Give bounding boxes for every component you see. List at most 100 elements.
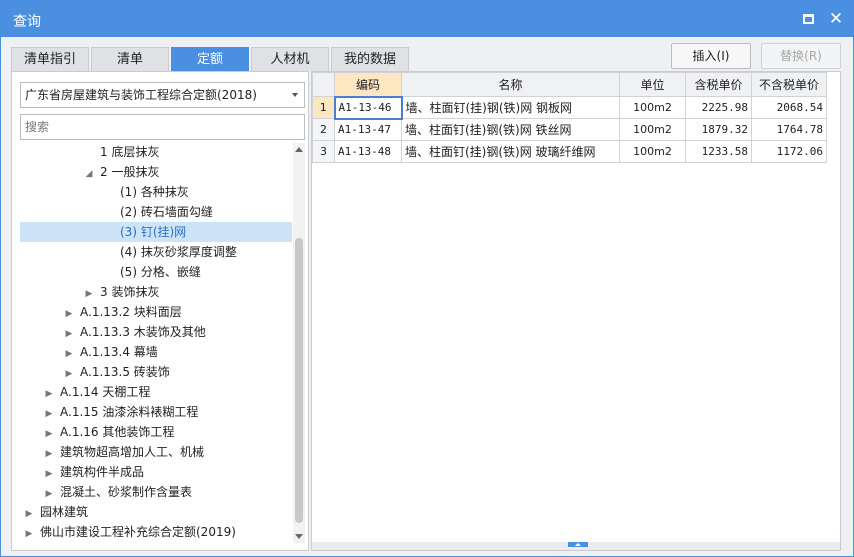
maximize-icon[interactable] (799, 10, 817, 28)
tree-node[interactable]: ▶ A.1.13.3 木装饰及其他 (64, 322, 206, 342)
expand-arrow-icon[interactable]: ▶ (44, 484, 54, 504)
tree-node[interactable]: (3) 钉(挂)网 (20, 222, 292, 242)
tree-node-label: (3) 钉(挂)网 (120, 225, 187, 239)
tree-node-label: 佛山市建设工程补充综合定额(2019) (40, 525, 236, 539)
tree-node[interactable]: ▶ A.1.13.4 幕墙 (64, 342, 158, 362)
tab-bill-guide[interactable]: 清单指引 (11, 47, 89, 71)
grid-splitter[interactable] (312, 542, 840, 550)
cell-price-tax[interactable]: 1879.32 (685, 118, 752, 141)
cell-unit[interactable]: 100m2 (619, 96, 686, 119)
tree-node[interactable]: 1 底层抹灰 (84, 142, 159, 162)
tree-node[interactable]: (1) 各种抹灰 (104, 182, 189, 202)
tree-node-label: A.1.13.2 块料面层 (80, 305, 182, 319)
expand-arrow-icon[interactable]: ▶ (64, 324, 74, 344)
tab-my-data[interactable]: 我的数据 (331, 47, 409, 71)
cell-code[interactable]: A1-13-47 (334, 118, 402, 141)
cell-code[interactable]: A1-13-48 (334, 140, 402, 163)
tree-node-label: (5) 分格、嵌缝 (120, 265, 201, 279)
expand-arrow-icon[interactable]: ▶ (44, 444, 54, 464)
quota-table: 编码 名称 单位 含税单价 不含税单价 1 A1-13-46 墙、柱面钉(挂)钢… (312, 72, 827, 163)
cell-price-notax[interactable]: 1172.06 (751, 140, 827, 163)
title-bar: 查询 ✕ (1, 1, 853, 37)
cell-name[interactable]: 墙、柱面钉(挂)钢(铁)网 铁丝网 (401, 118, 620, 141)
table-header-row: 编码 名称 单位 含税单价 不含税单价 (312, 72, 827, 97)
replace-button[interactable]: 替换(R) (761, 43, 841, 69)
expand-arrow-icon[interactable]: ▶ (64, 304, 74, 324)
insert-button[interactable]: 插入(I) (671, 43, 751, 69)
splitter-grip-icon[interactable] (568, 542, 588, 547)
tree-node[interactable]: ◢ 2 一般抹灰 (84, 162, 160, 184)
expand-arrow-icon[interactable]: ▶ (64, 364, 74, 384)
quota-tree: 1 底层抹灰 ◢ 2 一般抹灰 (1) 各种抹灰 (2) 砖石墙面勾缝 (3) 钉(挂)网… (12, 142, 292, 542)
tree-node-label: A.1.15 油漆涂料裱糊工程 (60, 405, 199, 419)
tree-node[interactable]: ▶ 建筑构件半成品 (44, 462, 144, 482)
row-index-header (312, 72, 335, 97)
cell-price-tax[interactable]: 1233.58 (685, 140, 752, 163)
cell-name[interactable]: 墙、柱面钉(挂)钢(铁)网 钢板网 (401, 96, 620, 119)
expand-arrow-icon[interactable]: ▶ (44, 424, 54, 444)
table-row[interactable]: 3 A1-13-48 墙、柱面钉(挂)钢(铁)网 玻璃纤维网 100m2 123… (312, 140, 827, 163)
tree-node-label: 园林建筑 (40, 505, 89, 519)
scroll-up-icon[interactable] (295, 147, 303, 152)
column-header-name[interactable]: 名称 (401, 72, 620, 97)
tree-node[interactable]: (5) 分格、嵌缝 (104, 262, 201, 282)
tab-quota[interactable]: 定额 (171, 47, 249, 71)
tree-node-label: (1) 各种抹灰 (120, 185, 189, 199)
tab-labor-material-machine[interactable]: 人材机 (251, 47, 329, 71)
tree-node-label: 3 装饰抹灰 (100, 285, 160, 299)
tree-node[interactable]: ▶ 建筑物超高增加人工、机械 (44, 442, 204, 462)
collapse-arrow-icon[interactable]: ◢ (84, 164, 94, 184)
scroll-down-icon[interactable] (295, 534, 303, 539)
expand-arrow-icon[interactable]: ▶ (24, 524, 34, 542)
tree-node[interactable]: ▶ 混凝土、砂浆制作含量表 (44, 482, 192, 502)
table-row[interactable]: 2 A1-13-47 墙、柱面钉(挂)钢(铁)网 铁丝网 100m2 1879.… (312, 118, 827, 141)
expand-arrow-icon[interactable]: ▶ (24, 504, 34, 524)
tree-node-label: (4) 抹灰砂浆厚度调整 (120, 245, 237, 259)
dialog-title: 查询 (13, 14, 41, 30)
tree-node[interactable]: ▶ A.1.13.2 块料面层 (64, 302, 182, 322)
cell-name[interactable]: 墙、柱面钉(挂)钢(铁)网 玻璃纤维网 (401, 140, 620, 163)
search-input[interactable] (20, 114, 305, 140)
tab-bill[interactable]: 清单 (91, 47, 169, 71)
expand-arrow-icon[interactable]: ▶ (64, 344, 74, 364)
tree-node[interactable]: ▶ 园林建筑 (24, 502, 88, 522)
column-header-code[interactable]: 编码 (334, 72, 402, 97)
scroll-thumb[interactable] (295, 238, 303, 523)
cell-price-notax[interactable]: 1764.78 (751, 118, 827, 141)
cell-unit[interactable]: 100m2 (619, 140, 686, 163)
tree-node-label: A.1.13.5 砖装饰 (80, 365, 170, 379)
cell-price-notax[interactable]: 2068.54 (751, 96, 827, 119)
tree-node[interactable]: (2) 砖石墙面勾缝 (104, 202, 213, 222)
library-select[interactable]: 广东省房屋建筑与装饰工程综合定额(2018) (20, 82, 305, 108)
expand-arrow-icon[interactable]: ▶ (44, 464, 54, 484)
cell-unit[interactable]: 100m2 (619, 118, 686, 141)
quota-grid-panel: 编码 名称 单位 含税单价 不含税单价 1 A1-13-46 墙、柱面钉(挂)钢… (311, 71, 841, 551)
table-row[interactable]: 1 A1-13-46 墙、柱面钉(挂)钢(铁)网 钢板网 100m2 2225.… (312, 95, 827, 120)
cell-code[interactable]: A1-13-46 (333, 95, 403, 120)
tree-node[interactable]: ▶ A.1.16 其他装饰工程 (44, 422, 175, 444)
tree-node[interactable]: ▶ 佛山市建设工程补充综合定额(2019) (24, 522, 236, 542)
close-icon[interactable]: ✕ (827, 10, 845, 28)
tree-node-label: 建筑物超高增加人工、机械 (60, 445, 205, 459)
tree-node[interactable]: ▶ A.1.13.5 砖装饰 (64, 362, 170, 382)
expand-arrow-icon[interactable]: ▶ (44, 404, 54, 424)
library-select-value: 广东省房屋建筑与装饰工程综合定额(2018) (25, 88, 257, 102)
cell-price-tax[interactable]: 2225.98 (685, 96, 752, 119)
row-index: 1 (312, 96, 335, 119)
column-header-price-tax[interactable]: 含税单价 (685, 72, 752, 97)
tree-node-label: 混凝土、砂浆制作含量表 (60, 485, 193, 499)
query-dialog: 查询 ✕ 清单指引 清单 定额 人材机 我的数据 插入(I) 替换(R) 广东省… (0, 0, 854, 557)
tree-node-label: A.1.16 其他装饰工程 (60, 425, 175, 439)
tree-node[interactable]: ▶ 3 装饰抹灰 (84, 282, 160, 304)
tree-node[interactable]: ▶ A.1.15 油漆涂料裱糊工程 (44, 402, 199, 424)
tree-node-label: A.1.13.4 幕墙 (80, 345, 158, 359)
column-header-unit[interactable]: 单位 (619, 72, 686, 97)
expand-arrow-icon[interactable]: ▶ (84, 284, 94, 304)
column-header-price-notax[interactable]: 不含税单价 (751, 72, 827, 97)
tree-node-label: 2 一般抹灰 (100, 165, 160, 179)
tree-node[interactable]: (4) 抹灰砂浆厚度调整 (104, 242, 237, 262)
expand-arrow-icon[interactable]: ▶ (44, 384, 54, 404)
tree-node[interactable]: ▶ A.1.14 天棚工程 (44, 382, 151, 404)
tree-scrollbar[interactable] (293, 143, 305, 543)
tree-node-label: A.1.13.3 木装饰及其他 (80, 325, 206, 339)
